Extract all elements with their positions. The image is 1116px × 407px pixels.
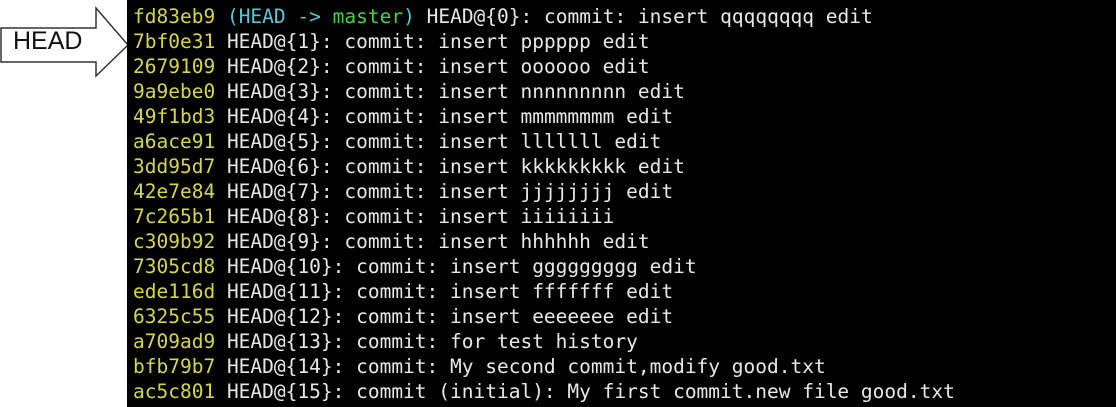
commit-hash: ede116d [133,280,216,303]
commit-message: commit: insert fffffff edit [356,280,674,303]
reflog-line: 2679109 HEAD@{2}: commit: insert oooooo … [133,54,955,79]
reflog-ref: HEAD@{12}: [226,305,345,328]
commit-hash: 9a9ebe0 [133,80,216,103]
commit-message: commit: insert nnnnnnnnn edit [344,80,685,103]
commit-hash: bfb79b7 [133,355,216,378]
reflog-ref: HEAD@{2}: [226,55,333,78]
reflog-line: 42e7e84 HEAD@{7}: commit: insert jjjjjjj… [133,179,955,204]
reflog-line: 6325c55 HEAD@{12}: commit: insert eeeeee… [133,304,955,329]
decoration-branch: master [332,5,404,28]
reflog-ref: HEAD@{0}: [426,5,533,28]
commit-message: commit: insert hhhhhh edit [344,230,650,253]
commit-message: commit: insert eeeeeee edit [356,305,674,328]
reflog-output: fd83eb9 (HEAD -> master) HEAD@{0}: commi… [133,4,955,404]
commit-hash: a709ad9 [133,330,216,353]
reflog-ref: HEAD@{3}: [226,80,333,103]
commit-hash: 49f1bd3 [133,105,216,128]
commit-message: commit: My second commit,modify good.txt [356,355,826,378]
commit-message: commit: insert jjjjjjjj edit [344,180,674,203]
reflog-line: bfb79b7 HEAD@{14}: commit: My second com… [133,354,955,379]
commit-hash: a6ace91 [133,130,216,153]
commit-message: commit: insert kkkkkkkkk edit [344,155,685,178]
reflog-ref: HEAD@{11}: [226,280,345,303]
reflog-line: 9a9ebe0 HEAD@{3}: commit: insert nnnnnnn… [133,79,955,104]
commit-hash: fd83eb9 [133,5,216,28]
reflog-ref: HEAD@{10}: [226,255,345,278]
decoration-paren-close: ) [403,5,415,28]
reflog-line: c309b92 HEAD@{9}: commit: insert hhhhhh … [133,229,955,254]
reflog-line: ede116d HEAD@{11}: commit: insert ffffff… [133,279,955,304]
reflog-line: 7c265b1 HEAD@{8}: commit: insert iiiiiii… [133,204,955,229]
decoration-paren-open: ( [226,5,239,28]
commit-message: commit (initial): My first commit.new fi… [356,380,955,403]
commit-hash: 6325c55 [133,305,216,328]
reflog-ref: HEAD@{8}: [226,205,333,228]
reflog-line: ac5c801 HEAD@{15}: commit (initial): My … [133,379,955,404]
commit-hash: 7c265b1 [133,205,216,228]
reflog-ref: HEAD@{9}: [226,230,333,253]
commit-message: commit: for test history [356,330,638,353]
reflog-line: a709ad9 HEAD@{13}: commit: for test hist… [133,329,955,354]
commit-message: commit: insert qqqqqqqq edit [544,5,873,28]
reflog-ref: HEAD@{1}: [226,30,333,53]
reflog-line: 7305cd8 HEAD@{10}: commit: insert gggggg… [133,254,955,279]
reflog-line: 7bf0e31 HEAD@{1}: commit: insert pppppp … [133,29,955,54]
terminal-window: fd83eb9 (HEAD -> master) HEAD@{0}: commi… [127,0,1116,407]
commit-message: commit: insert oooooo edit [344,55,650,78]
reflog-line: 49f1bd3 HEAD@{4}: commit: insert mmmmmmm… [133,104,955,129]
reflog-ref: HEAD@{15}: [226,380,345,403]
reflog-ref: HEAD@{4}: [226,105,333,128]
commit-hash: 3dd95d7 [133,155,216,178]
decoration-head: HEAD [238,5,286,28]
commit-hash: 7305cd8 [133,255,216,278]
reflog-ref: HEAD@{14}: [226,355,345,378]
reflog-ref: HEAD@{5}: [226,130,333,153]
commit-hash: c309b92 [133,230,216,253]
commit-hash: 7bf0e31 [133,30,216,53]
reflog-ref: HEAD@{13}: [226,330,345,353]
commit-message: commit: insert pppppp edit [344,30,650,53]
commit-hash: 42e7e84 [133,180,216,203]
commit-hash: ac5c801 [133,380,216,403]
callout-label: HEAD [13,27,83,55]
reflog-line: a6ace91 HEAD@{5}: commit: insert lllllll… [133,129,955,154]
commit-hash: 2679109 [133,55,216,78]
decoration-arrow: -> [297,5,321,28]
reflog-ref: HEAD@{7}: [226,180,333,203]
commit-message: commit: insert mmmmmmmm edit [344,105,674,128]
commit-message: commit: insert lllllll edit [344,130,662,153]
reflog-ref: HEAD@{6}: [226,155,333,178]
reflog-line: fd83eb9 (HEAD -> master) HEAD@{0}: commi… [133,4,955,29]
commit-message: commit: insert iiiiiiii [344,205,615,228]
head-pointer-callout: HEAD [0,0,135,78]
commit-message: commit: insert ggggggggg edit [356,255,697,278]
reflog-line: 3dd95d7 HEAD@{6}: commit: insert kkkkkkk… [133,154,955,179]
